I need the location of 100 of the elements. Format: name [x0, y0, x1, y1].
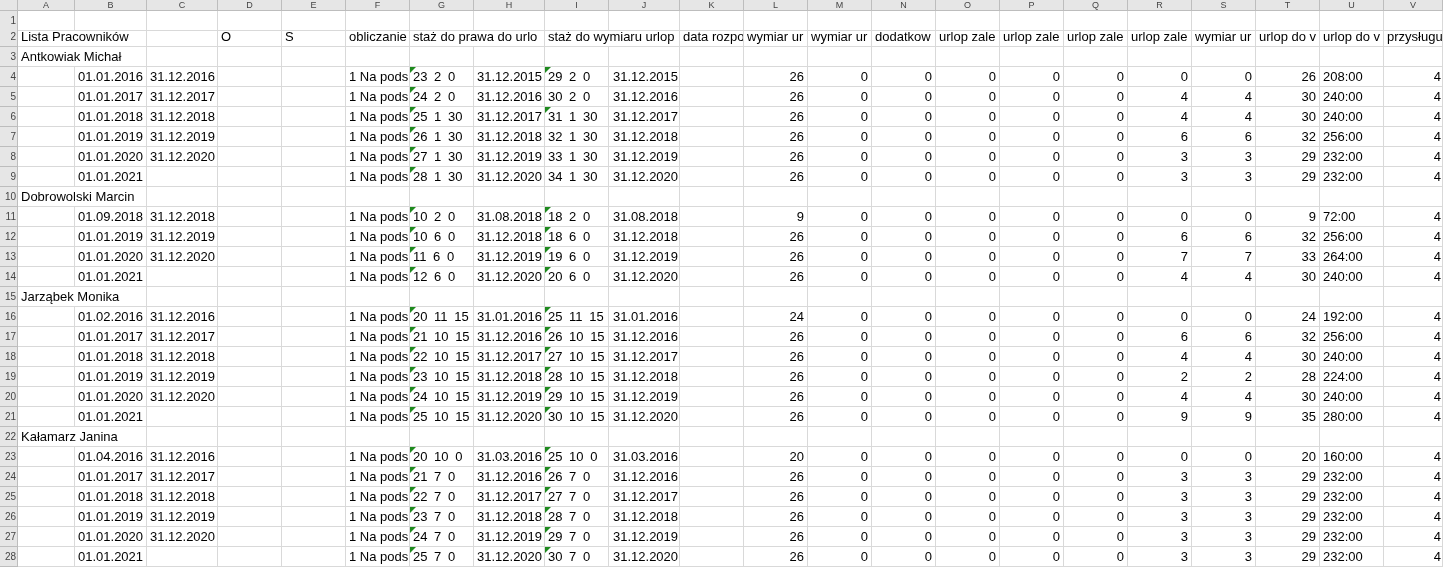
column-header: urlop do v	[1320, 27, 1384, 47]
empty-cell	[282, 367, 346, 387]
empty-cell	[680, 227, 744, 247]
table-cell: 4	[1384, 207, 1443, 227]
table-cell: 29	[1256, 507, 1320, 527]
empty-cell	[282, 87, 346, 107]
table-cell: 0	[936, 87, 1000, 107]
empty-cell	[218, 127, 282, 147]
empty-cell	[808, 11, 872, 31]
empty-cell	[346, 187, 410, 207]
empty-cell	[282, 347, 346, 367]
column-header: wymiar ur	[1192, 27, 1256, 47]
table-cell: 0	[808, 107, 872, 127]
table-cell: 26	[744, 87, 808, 107]
table-cell: 01.01.2016	[75, 67, 147, 87]
table-cell: 0	[1128, 307, 1192, 327]
table-cell: 4	[1384, 127, 1443, 147]
empty-cell	[282, 427, 346, 447]
table-cell: 0	[872, 327, 936, 347]
empty-cell	[680, 507, 744, 527]
table-cell: 31.12.2019	[609, 247, 680, 267]
table-cell: 31.12.2017	[474, 347, 545, 367]
table-cell: 31.12.2018	[147, 347, 218, 367]
empty-cell	[545, 187, 609, 207]
empty-cell	[1000, 11, 1064, 31]
table-cell: 0	[808, 67, 872, 87]
employee-name: Jarząbek Monika	[18, 287, 147, 307]
table-cell: 01.01.2021	[75, 167, 147, 187]
empty-cell	[680, 467, 744, 487]
empty-cell	[147, 267, 218, 287]
empty-cell	[282, 227, 346, 247]
empty-cell	[680, 387, 744, 407]
table-cell: 1 Na pods	[346, 267, 410, 287]
table-cell: 32 1 30	[545, 127, 609, 147]
table-cell: 0	[1064, 227, 1128, 247]
empty-cell	[474, 47, 545, 67]
empty-cell	[282, 327, 346, 347]
empty-cell	[808, 187, 872, 207]
empty-cell	[346, 287, 410, 307]
table-cell: 0	[1064, 387, 1128, 407]
table-cell: 4	[1384, 507, 1443, 527]
empty-cell	[872, 47, 936, 67]
table-cell: 0	[808, 527, 872, 547]
empty-cell	[282, 287, 346, 307]
table-cell: 192:00	[1320, 307, 1384, 327]
table-cell: 01.01.2019	[75, 227, 147, 247]
table-cell: 0	[1064, 127, 1128, 147]
table-cell: 23 2 0	[410, 67, 474, 87]
empty-cell	[282, 207, 346, 227]
empty-cell	[282, 547, 346, 567]
table-cell: 32	[1256, 327, 1320, 347]
table-cell: 4	[1384, 227, 1443, 247]
table-cell: 0	[936, 447, 1000, 467]
table-cell: 31.12.2017	[474, 487, 545, 507]
column-letter: S	[1192, 0, 1256, 11]
row-number: 25	[0, 487, 18, 507]
empty-cell	[282, 387, 346, 407]
table-cell: 0	[1000, 107, 1064, 127]
empty-cell	[1256, 11, 1320, 31]
table-cell: 10 6 0	[410, 227, 474, 247]
table-cell: 0	[872, 167, 936, 187]
empty-cell	[1064, 287, 1128, 307]
table-cell: 0	[872, 507, 936, 527]
table-cell: 10 2 0	[410, 207, 474, 227]
empty-cell	[1128, 287, 1192, 307]
table-cell: 31.12.2017	[609, 107, 680, 127]
table-cell: 4	[1192, 387, 1256, 407]
empty-cell	[147, 287, 218, 307]
table-cell: 26	[744, 147, 808, 167]
table-cell: 25 11 15	[545, 307, 609, 327]
table-cell: 28 7 0	[545, 507, 609, 527]
empty-cell	[218, 67, 282, 87]
table-cell: 0	[936, 347, 1000, 367]
empty-cell	[680, 147, 744, 167]
table-cell: 0	[1192, 307, 1256, 327]
empty-cell	[147, 427, 218, 447]
table-cell: 0	[872, 487, 936, 507]
empty-cell	[1000, 287, 1064, 307]
table-cell: 232:00	[1320, 467, 1384, 487]
table-cell: 26	[744, 407, 808, 427]
table-cell: 25 7 0	[410, 547, 474, 567]
empty-cell	[282, 487, 346, 507]
empty-cell	[680, 367, 744, 387]
empty-cell	[346, 11, 410, 31]
row-number: 8	[0, 147, 18, 167]
empty-cell	[282, 527, 346, 547]
table-cell: 0	[808, 127, 872, 147]
table-cell: 18 6 0	[545, 227, 609, 247]
table-cell: 0	[936, 327, 1000, 347]
table-cell: 01.09.2018	[75, 207, 147, 227]
table-cell: 01.02.2016	[75, 307, 147, 327]
empty-cell	[1384, 287, 1443, 307]
empty-cell	[474, 287, 545, 307]
empty-cell	[680, 247, 744, 267]
table-cell: 31.01.2016	[474, 307, 545, 327]
row-number: 28	[0, 547, 18, 567]
table-cell: 0	[1000, 327, 1064, 347]
empty-cell	[1128, 47, 1192, 67]
table-cell: 31.12.2018	[147, 207, 218, 227]
empty-cell	[218, 327, 282, 347]
